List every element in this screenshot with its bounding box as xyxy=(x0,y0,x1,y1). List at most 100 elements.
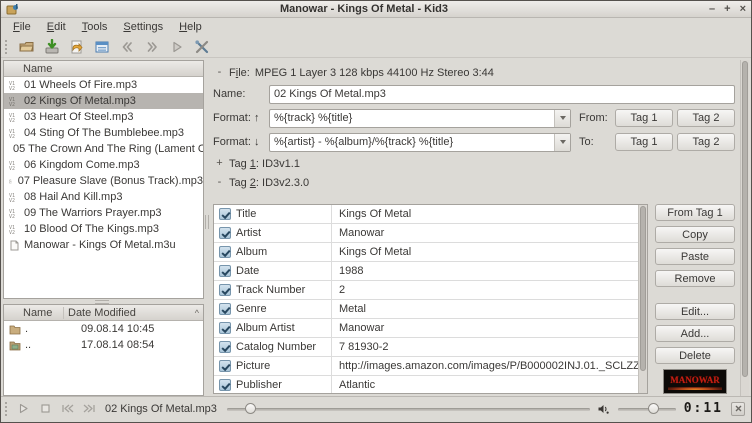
next-file-button[interactable] xyxy=(143,38,161,56)
play-button[interactable] xyxy=(168,38,186,56)
copy-button[interactable]: Copy xyxy=(655,226,735,243)
seek-slider[interactable] xyxy=(227,402,590,416)
delete-button[interactable]: Delete xyxy=(655,347,735,364)
file-item[interactable]: V1V2 10 Blood Of The Kings.mp3 xyxy=(4,221,203,237)
file-item[interactable]: V1V2 08 Hail And Kill.mp3 xyxy=(4,189,203,205)
volume-slider-track[interactable] xyxy=(618,408,676,411)
frame-value[interactable]: Kings Of Metal xyxy=(332,246,647,258)
from-tag2-button[interactable]: Tag 2 xyxy=(677,109,735,127)
frame-value[interactable]: Metal xyxy=(332,303,647,315)
volume-slider-knob[interactable] xyxy=(648,403,659,414)
dir-row[interactable]: . 09.08.14 10:45 xyxy=(4,321,203,337)
mute-button[interactable] xyxy=(596,401,612,417)
table-row[interactable]: Album Kings Of Metal xyxy=(214,243,647,262)
frame-checkbox[interactable] xyxy=(219,246,231,258)
frame-checkbox[interactable] xyxy=(219,208,231,220)
table-row[interactable]: Genre Metal xyxy=(214,300,647,319)
remove-button[interactable]: Remove xyxy=(655,270,735,287)
horizontal-splitter[interactable] xyxy=(3,299,204,304)
file-expander[interactable]: - xyxy=(215,68,224,77)
dir-row[interactable]: .. 17.08.14 08:54 xyxy=(4,337,203,353)
menu-tools[interactable]: Tools xyxy=(74,19,116,35)
seek-slider-knob[interactable] xyxy=(245,403,256,414)
frame-checkbox[interactable] xyxy=(219,265,231,277)
file-item[interactable]: V1V2 03 Heart Of Steel.mp3 xyxy=(4,109,203,125)
playlist-item[interactable]: Manowar - Kings Of Metal.m3u xyxy=(4,237,203,253)
right-panel-scrollbar-thumb[interactable] xyxy=(742,61,748,377)
format-to-combobox[interactable]: %{artist} - %{album}/%{track} %{title} xyxy=(269,133,571,152)
open-folder-button[interactable] xyxy=(18,38,36,56)
frame-checkbox[interactable] xyxy=(219,360,231,372)
seek-slider-track[interactable] xyxy=(227,408,590,411)
frame-value[interactable]: Kings Of Metal xyxy=(332,208,647,220)
previous-file-button[interactable] xyxy=(118,38,136,56)
frame-value[interactable]: 1988 xyxy=(332,265,647,277)
table-scrollbar-thumb[interactable] xyxy=(640,206,646,371)
frame-checkbox[interactable] xyxy=(219,322,231,334)
file-item-selected[interactable]: V1V2 02 Kings Of Metal.mp3 xyxy=(4,93,203,109)
menu-file[interactable]: File xyxy=(5,19,39,35)
frame-value[interactable]: Manowar xyxy=(332,227,647,239)
menu-edit[interactable]: Edit xyxy=(39,19,74,35)
close-button[interactable]: × xyxy=(740,3,746,16)
frame-value[interactable]: http://images.amazon.com/images/P/B00000… xyxy=(332,360,647,372)
file-item[interactable]: V1V2 07 Pleasure Slave (Bonus Track).mp3 xyxy=(4,173,203,189)
frame-checkbox[interactable] xyxy=(219,284,231,296)
edit-button[interactable]: Edit... xyxy=(655,303,735,320)
vertical-splitter[interactable] xyxy=(204,60,209,396)
chevron-down-icon[interactable] xyxy=(554,134,570,151)
frame-value[interactable]: 7 81930-2 xyxy=(332,341,647,353)
table-row[interactable]: Artist Manowar xyxy=(214,224,647,243)
dir-header-name[interactable]: Name xyxy=(4,307,64,319)
maximize-button[interactable]: + xyxy=(724,3,730,16)
player-close-button[interactable] xyxy=(731,402,745,416)
file-item[interactable]: V1V2 04 Sting Of The Bumblebee.mp3 xyxy=(4,125,203,141)
from-tag1-frames-button[interactable]: From Tag 1 xyxy=(655,204,735,221)
table-row[interactable]: Track Number 2 xyxy=(214,281,647,300)
frame-value[interactable]: Manowar xyxy=(332,322,647,334)
format-from-combobox[interactable]: %{track} %{title} xyxy=(269,109,571,128)
create-playlist-button[interactable] xyxy=(93,38,111,56)
player-previous-button[interactable] xyxy=(59,401,75,417)
filename-input[interactable] xyxy=(269,85,735,104)
file-item[interactable]: V1V2 05 The Crown And The Ring (Lament O… xyxy=(4,141,203,157)
file-list-header[interactable]: Name xyxy=(4,61,203,77)
file-item[interactable]: V1V2 09 The Warriors Prayer.mp3 xyxy=(4,205,203,221)
table-row[interactable]: Title Kings Of Metal xyxy=(214,205,647,224)
table-row[interactable]: Publisher Atlantic xyxy=(214,376,647,394)
table-row[interactable]: Album Artist Manowar xyxy=(214,319,647,338)
toolbar-drag-handle[interactable] xyxy=(5,40,9,54)
tag1-expander[interactable]: + xyxy=(215,159,224,168)
revert-button[interactable] xyxy=(68,38,86,56)
frame-value[interactable]: Atlantic xyxy=(332,379,647,391)
player-next-button[interactable] xyxy=(81,401,97,417)
dir-header-date[interactable]: Date Modified ^ xyxy=(64,307,203,319)
frame-value[interactable]: 2 xyxy=(332,284,647,296)
player-play-button[interactable] xyxy=(15,401,31,417)
to-tag1-button[interactable]: Tag 1 xyxy=(615,133,673,151)
table-row[interactable]: Picture http://images.amazon.com/images/… xyxy=(214,357,647,376)
settings-button[interactable] xyxy=(193,38,211,56)
frame-checkbox[interactable] xyxy=(219,303,231,315)
menu-help[interactable]: Help xyxy=(171,19,210,35)
to-tag2-button[interactable]: Tag 2 xyxy=(677,133,735,151)
minimize-button[interactable]: – xyxy=(709,3,715,16)
frame-checkbox[interactable] xyxy=(219,227,231,239)
add-button[interactable]: Add... xyxy=(655,325,735,342)
player-stop-button[interactable] xyxy=(37,401,53,417)
frame-checkbox[interactable] xyxy=(219,341,231,353)
paste-button[interactable]: Paste xyxy=(655,248,735,265)
table-row[interactable]: Catalog Number 7 81930-2 xyxy=(214,338,647,357)
from-tag1-button[interactable]: Tag 1 xyxy=(615,109,673,127)
table-row[interactable]: Date 1988 xyxy=(214,262,647,281)
right-panel-scrollbar[interactable] xyxy=(740,60,749,396)
menu-settings[interactable]: Settings xyxy=(115,19,171,35)
file-item[interactable]: V1V2 06 Kingdom Come.mp3 xyxy=(4,157,203,173)
player-drag-handle[interactable] xyxy=(5,402,9,416)
save-button[interactable] xyxy=(43,38,61,56)
tag2-expander[interactable]: - xyxy=(215,178,224,187)
volume-slider[interactable] xyxy=(618,402,676,416)
frame-checkbox[interactable] xyxy=(219,379,231,391)
chevron-down-icon[interactable] xyxy=(554,110,570,127)
file-item[interactable]: V1V2 01 Wheels Of Fire.mp3 xyxy=(4,77,203,93)
